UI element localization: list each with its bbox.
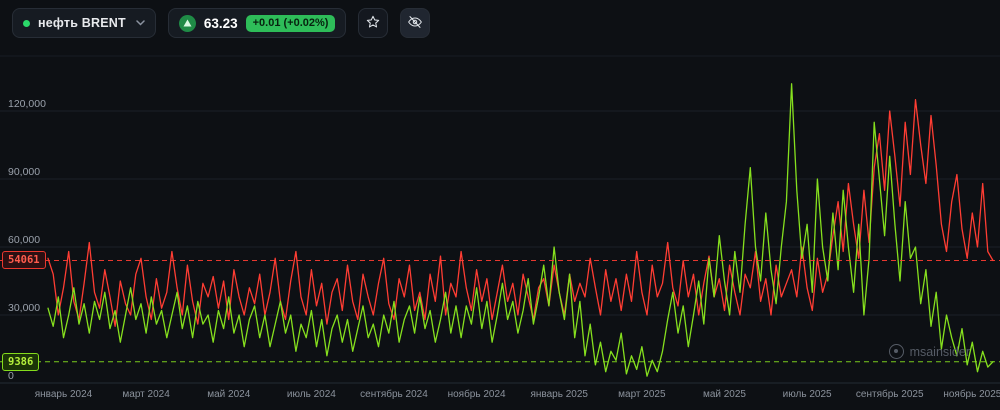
y-axis-label: 30,000 bbox=[8, 302, 40, 314]
x-axis-label: март 2024 bbox=[122, 389, 170, 400]
watermark-text: msainsider bbox=[909, 344, 970, 359]
triangle-up-icon bbox=[178, 14, 196, 32]
chart-area[interactable]: 0 30,000 60,000 90,000 120,000 январь 2024 мар… bbox=[0, 0, 1000, 410]
x-axis-label: ноябрь 2024 bbox=[448, 388, 506, 400]
price-tag-green: 9386 bbox=[2, 352, 40, 371]
series-red-line bbox=[47, 99, 994, 327]
x-axis-label: март 2025 bbox=[618, 389, 666, 400]
x-axis-label: июль 2025 bbox=[783, 389, 832, 400]
symbol-selector[interactable]: нефть BRENT bbox=[12, 8, 156, 38]
y-axis-label: 60,000 bbox=[8, 234, 40, 246]
toolbar: нефть BRENT 63.23 +0.01 (+0.02%) bbox=[0, 0, 1000, 46]
x-axis-label: январь 2024 bbox=[35, 389, 93, 400]
x-axis-label: январь 2025 bbox=[530, 389, 588, 400]
x-axis-label: сентябрь 2025 bbox=[856, 388, 924, 400]
trading-chart-app: нефть BRENT 63.23 +0.01 (+0.02%) 0 30,00… bbox=[0, 0, 1000, 410]
chevron-down-icon bbox=[136, 20, 145, 26]
chart-canvas[interactable]: 0 30,000 60,000 90,000 120,000 январь 2024 мар… bbox=[0, 0, 1000, 410]
x-axis-label: май 2024 bbox=[207, 389, 250, 400]
watermark-logo-icon bbox=[888, 344, 904, 359]
x-axis-label: июль 2024 bbox=[287, 389, 336, 400]
star-icon bbox=[365, 14, 381, 33]
hide-button[interactable] bbox=[400, 8, 431, 38]
last-price: 63.23 bbox=[203, 15, 238, 31]
price-group: 63.23 +0.01 (+0.02%) bbox=[167, 8, 347, 38]
watermark: msainsider bbox=[888, 344, 970, 359]
x-axis-label: ноябрь 2025 bbox=[943, 388, 1000, 400]
favorite-button[interactable] bbox=[358, 8, 389, 38]
x-axis-label: май 2025 bbox=[703, 389, 746, 400]
x-axis-label: сентябрь 2024 bbox=[360, 388, 428, 400]
instrument-status-dot bbox=[23, 19, 30, 27]
eye-off-icon bbox=[407, 14, 423, 33]
price-change-badge: +0.01 (+0.02%) bbox=[245, 14, 336, 32]
symbol-name: нефть BRENT bbox=[38, 16, 126, 30]
y-axis-label: 90,000 bbox=[8, 166, 40, 178]
series-green-line bbox=[47, 83, 994, 377]
y-axis-label: 0 bbox=[8, 370, 14, 382]
price-tag-red: 54061 bbox=[2, 251, 46, 270]
y-axis-label: 120,000 bbox=[8, 98, 46, 110]
